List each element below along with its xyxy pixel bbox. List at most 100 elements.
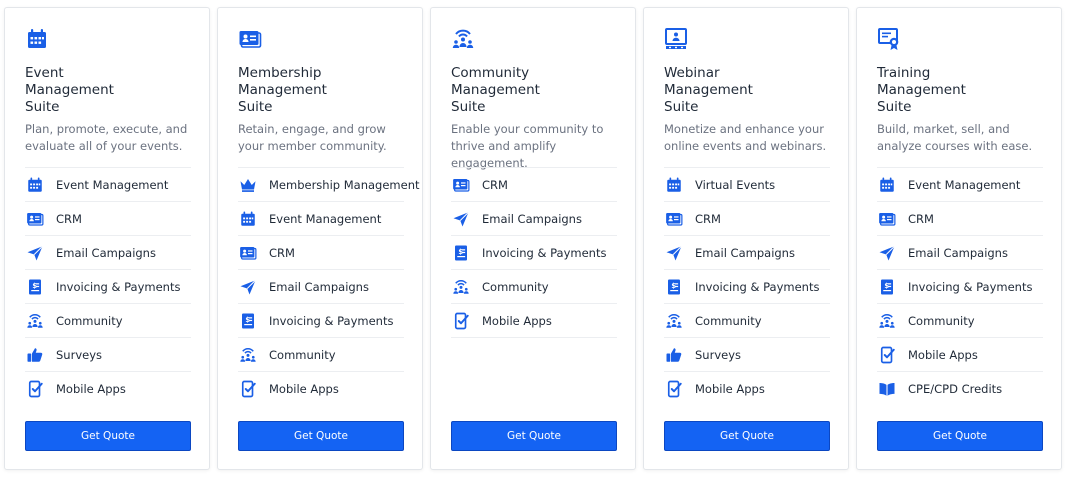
feature-label: Email Campaigns xyxy=(908,245,1008,260)
feature-label: Mobile Apps xyxy=(56,381,126,396)
feature-list: CRM Email Campaigns $ Invoicing & Payment… xyxy=(451,167,617,338)
feature-item: Mobile Apps xyxy=(238,371,404,405)
feature-divider xyxy=(451,337,617,338)
svg-text:$: $ xyxy=(245,315,250,323)
feature-list: Event Management CRM Email Campaigns $ In… xyxy=(877,167,1043,405)
feature-item: Email Campaigns xyxy=(664,235,830,269)
feature-item: Virtual Events xyxy=(664,167,830,201)
card-description: Monetize and enhance your online events … xyxy=(664,122,827,153)
paper-plane-icon xyxy=(665,244,683,262)
feature-label: Mobile Apps xyxy=(482,313,552,328)
feature-item: Surveys xyxy=(664,337,830,371)
mobile-check-icon xyxy=(239,380,257,398)
paper-plane-icon xyxy=(239,278,257,296)
community-icon xyxy=(452,278,470,296)
feature-label: Invoicing & Payments xyxy=(695,279,820,294)
invoice-icon: $ xyxy=(239,312,257,330)
card-title-line: Suite xyxy=(25,99,60,115)
card-title-line: Management xyxy=(25,82,114,98)
feature-label: Event Management xyxy=(908,177,1021,192)
get-quote-button[interactable]: Get Quote xyxy=(238,421,404,451)
svg-text:$: $ xyxy=(32,281,37,289)
feature-label: Mobile Apps xyxy=(269,381,339,396)
card-webinar-management: Webinar Management Suite Monetize and en… xyxy=(643,7,849,470)
feature-item: $ Invoicing & Payments xyxy=(25,269,191,303)
card-title-line: Management xyxy=(877,82,966,98)
invoice-icon: $ xyxy=(878,278,896,296)
feature-label: Membership Management xyxy=(269,177,420,192)
calendar-icon xyxy=(239,210,257,228)
card-community-management: Community Management Suite Enable your c… xyxy=(430,7,636,470)
card-title-line: Suite xyxy=(877,99,912,115)
feature-item: Mobile Apps xyxy=(877,337,1043,371)
feature-item: Event Management xyxy=(238,201,404,235)
calendar-icon xyxy=(665,176,683,194)
invoice-icon: $ xyxy=(26,278,44,296)
feature-label: CRM xyxy=(695,211,721,226)
card-membership-management: Membership Management Suite Retain, enga… xyxy=(217,7,423,470)
feature-label: Mobile Apps xyxy=(695,381,765,396)
feature-label: Surveys xyxy=(56,347,102,362)
card-description: Plan, promote, execute, and evaluate all… xyxy=(25,122,188,153)
mobile-check-icon xyxy=(878,346,896,364)
get-quote-button[interactable]: Get Quote xyxy=(877,421,1043,451)
feature-label: CRM xyxy=(56,211,82,226)
calendar-icon xyxy=(25,27,49,51)
feature-label: Community xyxy=(695,313,762,328)
paper-plane-icon xyxy=(452,210,470,228)
get-quote-button[interactable]: Get Quote xyxy=(664,421,830,451)
get-quote-button[interactable]: Get Quote xyxy=(451,421,617,451)
id-card-icon xyxy=(665,210,683,228)
card-title: Membership Management Suite xyxy=(238,65,408,116)
community-icon xyxy=(878,312,896,330)
feature-label: Event Management xyxy=(56,177,169,192)
feature-item: CPE/CPD Credits xyxy=(877,371,1043,405)
id-card-icon xyxy=(26,210,44,228)
card-title-line: Community xyxy=(451,65,530,81)
feature-item: CRM xyxy=(238,235,404,269)
feature-label: Invoicing & Payments xyxy=(56,279,181,294)
feature-label: Surveys xyxy=(695,347,741,362)
mobile-check-icon xyxy=(665,380,683,398)
calendar-icon xyxy=(878,176,896,194)
card-title: Webinar Management Suite xyxy=(664,65,834,116)
card-title-line: Management xyxy=(664,82,753,98)
feature-list: Membership Management Event Management C… xyxy=(238,167,420,405)
feature-label: Email Campaigns xyxy=(695,245,795,260)
feature-list: Event Management CRM Email Campaigns $ In… xyxy=(25,167,191,405)
card-title-line: Management xyxy=(451,82,540,98)
id-card-icon xyxy=(239,244,257,262)
feature-item: Mobile Apps xyxy=(664,371,830,405)
card-title-line: Event xyxy=(25,65,64,81)
feature-item: Membership Management xyxy=(238,167,420,201)
thumbs-up-icon xyxy=(665,346,683,364)
feature-item: CRM xyxy=(451,167,617,201)
feature-label: Community xyxy=(56,313,123,328)
feature-label: Mobile Apps xyxy=(908,347,978,362)
id-card-icon xyxy=(238,27,262,51)
card-title-line: Suite xyxy=(451,99,486,115)
crown-icon xyxy=(239,176,257,194)
get-quote-button[interactable]: Get Quote xyxy=(25,421,191,451)
feature-item: Community xyxy=(238,337,404,371)
feature-label: CRM xyxy=(482,177,508,192)
feature-label: CPE/CPD Credits xyxy=(908,381,1003,396)
card-title-line: Webinar xyxy=(664,65,720,81)
feature-label: Email Campaigns xyxy=(482,211,582,226)
feature-item: $ Invoicing & Payments xyxy=(238,303,404,337)
suite-cards-row: Event Management Suite Plan, promote, ex… xyxy=(0,0,1070,478)
feature-label: CRM xyxy=(908,211,934,226)
paper-plane-icon xyxy=(26,244,44,262)
feature-item: Email Campaigns xyxy=(238,269,404,303)
community-icon xyxy=(451,27,475,51)
feature-item: CRM xyxy=(664,201,830,235)
feature-item: Mobile Apps xyxy=(25,371,191,405)
svg-text:$: $ xyxy=(884,281,889,289)
feature-list: Virtual Events CRM Email Campaigns $ Invo… xyxy=(664,167,830,405)
feature-item: Mobile Apps xyxy=(451,303,617,337)
certificate-icon xyxy=(877,27,901,51)
community-icon xyxy=(239,346,257,364)
svg-text:$: $ xyxy=(671,281,676,289)
thumbs-up-icon xyxy=(26,346,44,364)
paper-plane-icon xyxy=(878,244,896,262)
